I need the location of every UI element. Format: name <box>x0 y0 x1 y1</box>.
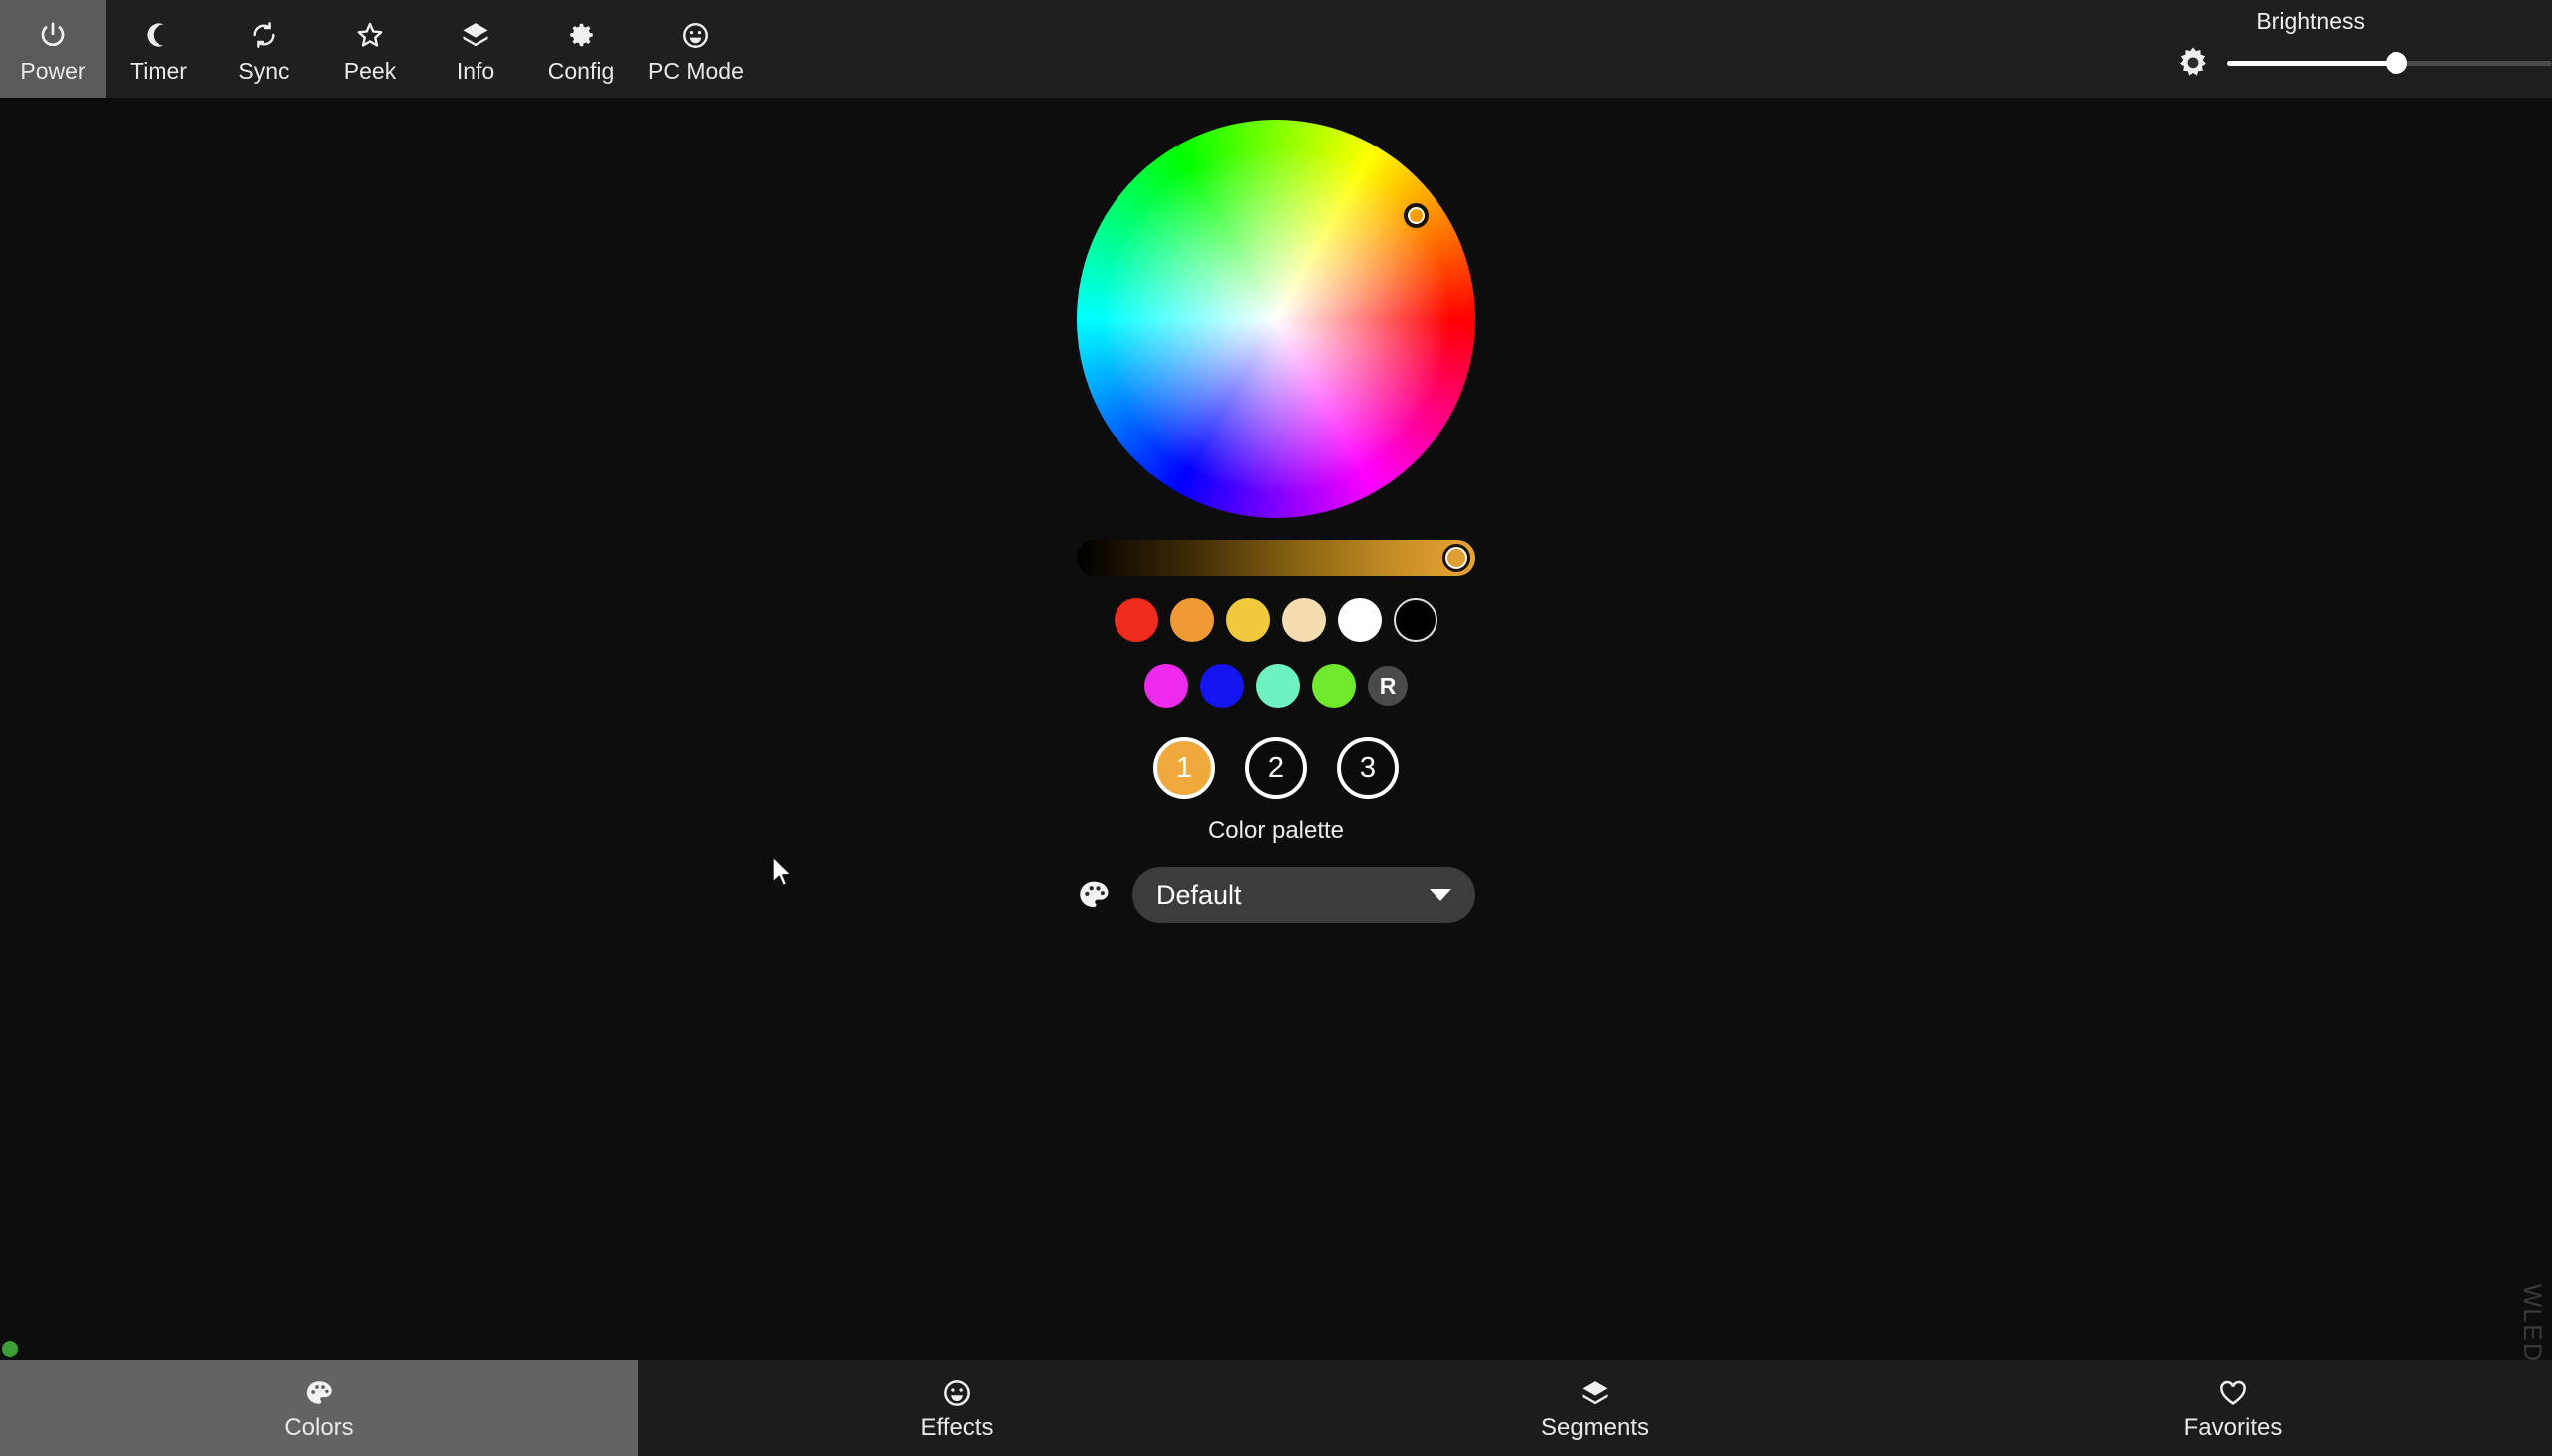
toolbar-label-info: Info <box>456 58 495 84</box>
toolbar-label-pc-mode: PC Mode <box>648 58 744 84</box>
quick-swatch-gold[interactable] <box>1226 598 1270 642</box>
quick-swatch-random-label: R <box>1379 672 1397 699</box>
color-wheel-container <box>1077 120 1475 518</box>
quick-swatch-white[interactable] <box>1338 598 1382 642</box>
toolbar-label-timer: Timer <box>130 58 187 84</box>
palette-icon <box>304 1375 334 1411</box>
quick-swatch-random[interactable]: R <box>1368 666 1408 706</box>
quick-swatch-cream[interactable] <box>1282 598 1326 642</box>
color-value-slider-knob[interactable] <box>1442 544 1470 572</box>
color-wheel[interactable] <box>1077 120 1475 518</box>
color-slot-3-label: 3 <box>1359 751 1377 784</box>
color-wheel-knob[interactable] <box>1404 203 1429 228</box>
quick-swatch-magenta[interactable] <box>1144 664 1188 708</box>
brightness-control-group: Brightness <box>2153 0 2552 98</box>
chevron-down-icon <box>1430 889 1451 901</box>
color-palette-dropdown[interactable]: Default <box>1132 867 1475 923</box>
toolbar-label-power: Power <box>20 58 86 84</box>
quick-swatch-orange[interactable] <box>1170 598 1214 642</box>
nav-label-colors: Colors <box>284 1414 354 1441</box>
colors-panel: R 1 2 3 Color palette Default WLED <box>0 98 2552 1363</box>
power-icon <box>38 14 68 56</box>
brightness-slider-knob[interactable] <box>2385 52 2407 74</box>
brightness-label: Brightness <box>2256 8 2365 34</box>
color-slot-1-label: 1 <box>1175 751 1193 784</box>
color-slot-2[interactable]: 2 <box>1245 737 1307 799</box>
brightness-row <box>2153 45 2552 81</box>
nav-label-segments: Segments <box>1540 1414 1650 1441</box>
color-slot-3[interactable]: 3 <box>1337 737 1399 799</box>
toolbar-button-pc-mode[interactable]: PC Mode <box>634 0 758 98</box>
quick-swatch-black[interactable] <box>1394 598 1437 642</box>
quick-swatch-aqua[interactable] <box>1256 664 1300 708</box>
connection-status-dot <box>2 1341 18 1357</box>
toolbar-button-peek[interactable]: Peek <box>317 0 423 98</box>
toolbar-button-config[interactable]: Config <box>528 0 634 98</box>
gear-icon <box>566 14 596 56</box>
wled-brand-label: WLED <box>2518 1283 2546 1363</box>
toolbar-label-config: Config <box>547 58 615 84</box>
color-slot-row: 1 2 3 <box>1153 737 1399 799</box>
toolbar-button-info[interactable]: Info <box>423 0 528 98</box>
quick-color-swatches-row-2: R <box>1144 664 1408 708</box>
brightness-sun-icon <box>2175 45 2211 81</box>
nav-tab-segments[interactable]: Segments <box>1276 1360 1914 1456</box>
top-toolbar: Power Timer Sync Peek Info Config PC Mod… <box>0 0 2552 98</box>
color-value-slider[interactable] <box>1077 540 1475 576</box>
color-controls-column: R 1 2 3 Color palette Default <box>1072 120 1480 923</box>
nav-tab-effects[interactable]: Effects <box>638 1360 1276 1456</box>
smiley-icon <box>942 1375 972 1411</box>
smiley-icon <box>681 14 710 56</box>
layers-icon <box>1580 1375 1610 1411</box>
toolbar-button-sync[interactable]: Sync <box>211 0 317 98</box>
nav-label-effects: Effects <box>920 1414 994 1441</box>
quick-swatch-red[interactable] <box>1115 598 1158 642</box>
moon-icon <box>145 14 172 56</box>
quick-swatch-blue[interactable] <box>1200 664 1244 708</box>
palette-icon <box>1077 878 1111 912</box>
nav-tab-favorites[interactable]: Favorites <box>1914 1360 2552 1456</box>
color-slot-2-label: 2 <box>1267 751 1285 784</box>
wled-app-window: Power Timer Sync Peek Info Config PC Mod… <box>0 0 2552 1456</box>
brightness-slider[interactable] <box>2227 52 2552 74</box>
nav-label-favorites: Favorites <box>2183 1414 2283 1441</box>
sync-icon <box>250 14 278 56</box>
layers-icon <box>461 14 490 56</box>
heart-icon <box>2218 1375 2248 1411</box>
quick-color-swatches-row-1 <box>1115 598 1437 642</box>
toolbar-label-peek: Peek <box>343 58 397 84</box>
quick-swatch-green[interactable] <box>1312 664 1356 708</box>
nav-tab-colors[interactable]: Colors <box>0 1360 638 1456</box>
toolbar-button-power[interactable]: Power <box>0 0 106 98</box>
toolbar-button-timer[interactable]: Timer <box>106 0 211 98</box>
color-palette-selected-value: Default <box>1156 879 1242 910</box>
color-palette-row: Default <box>1077 867 1475 923</box>
bottom-navigation: Colors Effects Segments Favorites <box>0 1360 2552 1456</box>
brightness-track-fill <box>2227 60 2396 66</box>
star-icon <box>355 14 385 56</box>
color-slot-1[interactable]: 1 <box>1153 737 1215 799</box>
color-palette-title: Color palette <box>1207 817 1345 844</box>
toolbar-label-sync: Sync <box>238 58 290 84</box>
